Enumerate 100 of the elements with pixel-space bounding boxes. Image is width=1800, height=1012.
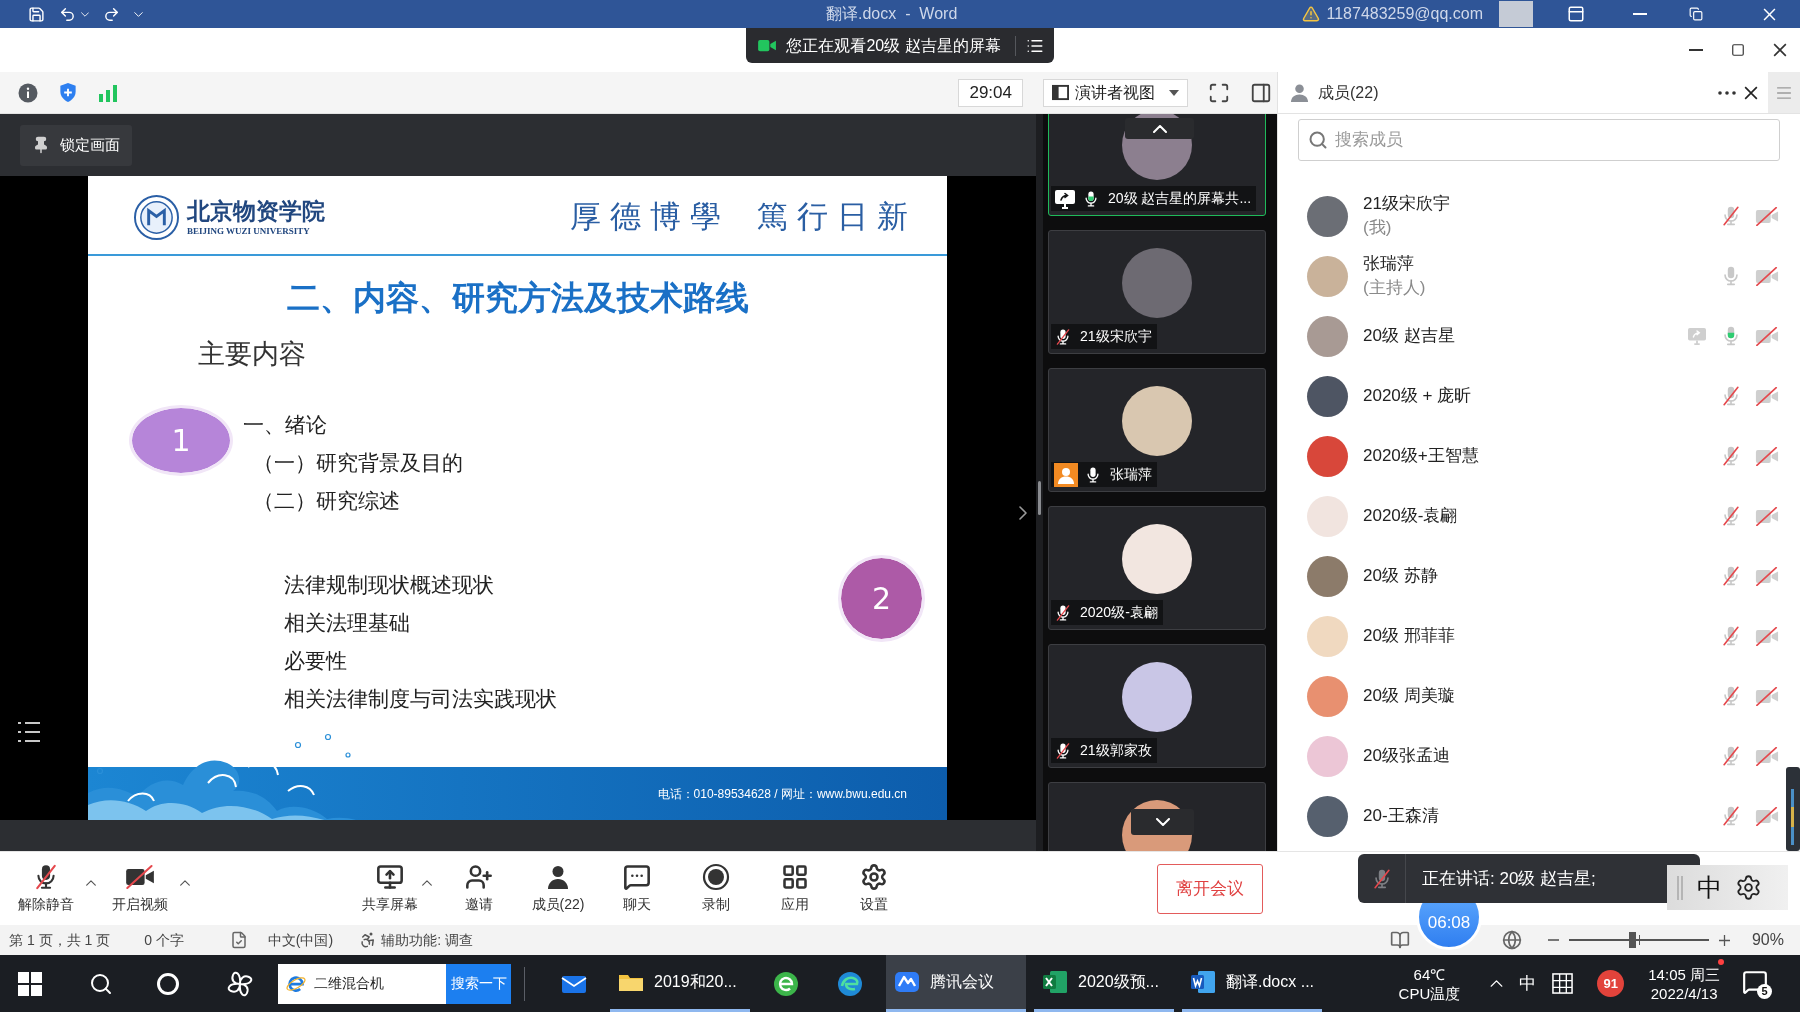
toolbar-button[interactable]: 应用 <box>763 860 827 917</box>
clock-time[interactable]: 14:05 周三 <box>1648 964 1720 984</box>
caret-icon[interactable] <box>86 879 96 886</box>
avatar-placeholder <box>1307 255 1348 297</box>
spreadsheet-icon <box>1042 969 1068 995</box>
tray-badge[interactable]: 91 <box>1597 970 1625 997</box>
save-icon[interactable] <box>28 5 45 23</box>
clock-date[interactable]: 2022/4/13 <box>1650 983 1718 1003</box>
avatar-placeholder <box>1307 315 1348 357</box>
drag-handle-icon[interactable] <box>1677 875 1683 900</box>
taskbar-window-button[interactable]: 2019和20... <box>610 955 750 1012</box>
member-name: 2020级-袁翩 <box>1363 505 1458 527</box>
outline-item: （一）研究背景及目的 <box>253 450 464 477</box>
web-search-field[interactable]: 二维混合机 <box>278 963 446 1004</box>
participant-name: 张瑞萍 <box>1110 465 1152 484</box>
panel-icon[interactable] <box>1567 5 1585 23</box>
undo-icon[interactable] <box>59 5 76 23</box>
side-panel-icon[interactable] <box>1250 81 1272 104</box>
record-icon <box>701 862 731 891</box>
grid-icon[interactable] <box>1552 973 1574 994</box>
ime-mode-toggle[interactable]: 中 <box>1697 868 1722 907</box>
slide-title: 二、内容、研究方法及技术路线 <box>285 278 750 318</box>
member-role: (主持人) <box>1363 277 1426 299</box>
info-icon[interactable] <box>18 82 38 103</box>
windows-logo-icon[interactable] <box>18 971 42 996</box>
toolbar-button[interactable]: 邀请 <box>447 860 511 917</box>
member-name: 2020级 + 庞昕 <box>1363 385 1472 407</box>
screen-share-icon <box>375 862 405 891</box>
toolbar-button[interactable]: 开启视频 <box>100 860 180 917</box>
redo-icon[interactable] <box>103 5 120 23</box>
toolbar-button[interactable]: 聊天 <box>605 860 669 917</box>
zoom-percent[interactable]: 90% <box>1751 928 1784 952</box>
step-number-badge: 2 <box>841 558 922 639</box>
toolbar-button[interactable]: 设置 <box>842 860 906 917</box>
outline-item: 相关法理基础 <box>284 610 411 637</box>
account-name[interactable]: 1187483259@qq.com <box>1326 2 1483 26</box>
school-name-english: BEIJING WUZI UNIVERSITY <box>187 225 311 237</box>
member-name: 20级 赵吉星 <box>1363 325 1455 347</box>
chevron-right-icon[interactable] <box>1019 506 1027 520</box>
zoom-slider[interactable] <box>1568 932 1709 948</box>
video-camera-icon <box>758 38 778 53</box>
leave-meeting-button[interactable]: 离开会议 <box>1157 863 1263 914</box>
avatar-placeholder <box>1307 735 1348 777</box>
caret-icon[interactable] <box>422 879 432 886</box>
customize-caret-icon[interactable] <box>134 11 143 17</box>
taskbar-window-button[interactable]: 腾讯会议 <box>886 955 1026 1012</box>
view-mode-dropdown[interactable]: 演讲者视图 <box>1043 78 1188 107</box>
member-name: 20级 苏静 <box>1363 565 1438 587</box>
zoom-in-icon[interactable] <box>1718 934 1730 946</box>
taskbar-window-button[interactable]: 2020级预... <box>1034 955 1174 1012</box>
maximize-icon[interactable] <box>1731 43 1745 57</box>
more-icon[interactable] <box>1718 90 1736 95</box>
member-role: (我) <box>1363 217 1392 239</box>
speech-bubble-icon[interactable] <box>1742 968 1768 995</box>
contact-text: 电话：010-89534628 / 网址：www.bwu.edu.cn <box>657 785 907 803</box>
notification-count: 5 <box>1757 983 1772 999</box>
globe-icon[interactable] <box>1501 930 1522 950</box>
avatar-placeholder <box>1307 675 1348 717</box>
apps-grid-icon <box>780 862 810 891</box>
tray-chevron-icon[interactable] <box>1490 980 1504 987</box>
taskbar-window-button[interactable]: 翻译.docx ... <box>1182 955 1322 1012</box>
accessibility-status[interactable]: 辅助功能: 调查 <box>381 929 473 951</box>
emblem-icon <box>134 194 179 240</box>
avatar-placeholder <box>1307 195 1348 237</box>
toolbar-button[interactable]: 解除静音 <box>6 860 86 917</box>
splitter-handle[interactable] <box>1038 480 1041 515</box>
slider-thumb[interactable] <box>1628 932 1636 948</box>
settings-icon[interactable] <box>1735 874 1762 901</box>
pinwheel-icon[interactable] <box>226 969 254 998</box>
restore-icon[interactable] <box>1689 7 1703 21</box>
toolbar-button[interactable]: 录制 <box>684 860 748 917</box>
document-title: 翻译.docx - Word <box>826 4 958 24</box>
toolbar-button[interactable]: 共享屏幕 <box>358 860 422 917</box>
add-person-icon <box>464 862 494 891</box>
scroll-up-button[interactable] <box>1125 118 1194 139</box>
input-language-indicator[interactable]: 中 <box>1519 970 1537 997</box>
ring-icon[interactable] <box>156 971 180 996</box>
fullscreen-icon[interactable] <box>1208 81 1230 104</box>
member-name: 张瑞萍 <box>1363 253 1414 275</box>
language-status[interactable]: 中文(中国) <box>267 929 334 951</box>
outline-item: 必要性 <box>284 648 348 675</box>
lock-screen-button[interactable]: 锁定画面 <box>20 124 132 166</box>
open-book-icon[interactable] <box>1389 930 1410 950</box>
close-icon[interactable] <box>1773 43 1787 57</box>
avatar-placeholder <box>1307 435 1348 477</box>
document-check-icon[interactable] <box>229 931 248 949</box>
search-icon[interactable] <box>89 971 113 996</box>
member-name: 20级 邢菲菲 <box>1363 625 1455 647</box>
scroll-down-button[interactable] <box>1131 809 1194 835</box>
close-icon[interactable] <box>1744 85 1758 100</box>
viewing-banner-text: 您正在观看20级 赵吉星的屏幕 <box>786 35 1001 56</box>
toolbar-button[interactable]: 成员(22) <box>526 860 590 917</box>
menu-icon <box>1777 86 1791 99</box>
outline-list-icon[interactable] <box>16 720 42 744</box>
caret-icon[interactable] <box>180 879 190 886</box>
browser-icon[interactable] <box>773 970 799 997</box>
member-search-field[interactable]: 搜索成员 <box>1298 119 1780 161</box>
shield-icon[interactable] <box>58 82 78 103</box>
browser-icon[interactable] <box>837 970 863 997</box>
web-search-button[interactable]: 搜索一下 <box>446 963 511 1004</box>
